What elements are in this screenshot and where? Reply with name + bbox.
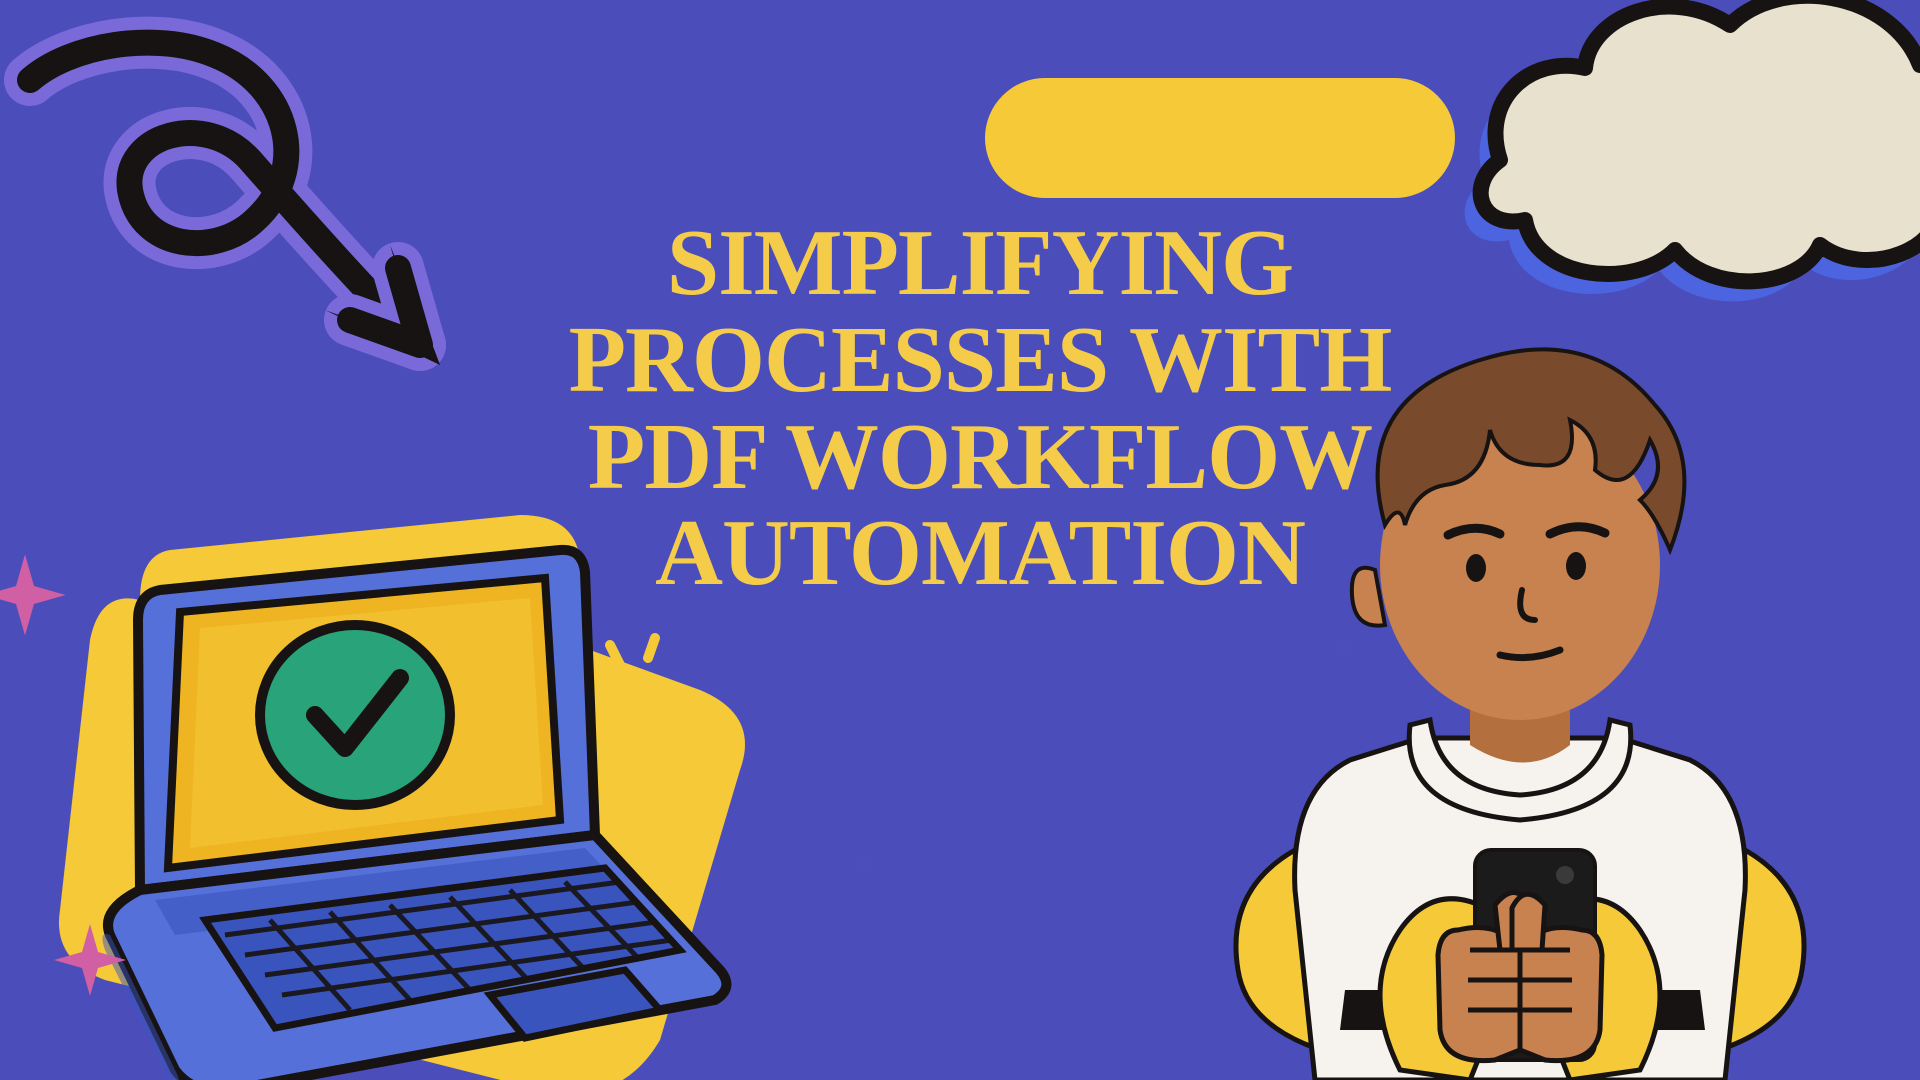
laptop-checkmark-icon	[20, 490, 790, 1080]
person-with-phone-icon	[1200, 290, 1840, 1080]
sparkle-icon	[0, 550, 70, 640]
checkmark-icon	[260, 625, 450, 805]
sparkle-icon	[50, 920, 130, 1000]
yellow-pill-shape	[985, 78, 1455, 198]
